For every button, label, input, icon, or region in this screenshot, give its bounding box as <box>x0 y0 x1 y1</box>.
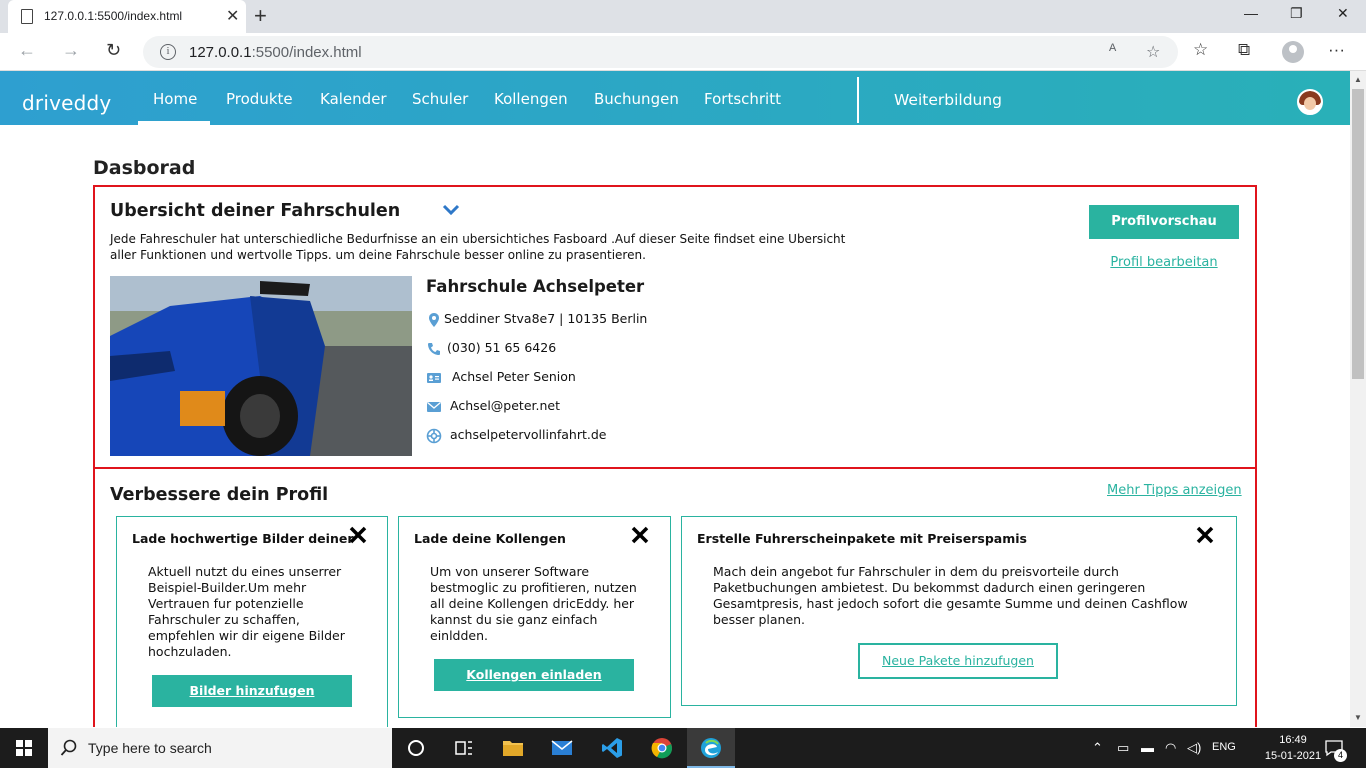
favorite-star-icon[interactable]: ☆ <box>1146 42 1160 62</box>
search-icon <box>60 739 77 756</box>
school-overview-card: Ubersicht deiner Fahrschulen Jede Fahres… <box>93 185 1257 469</box>
nav-item-buchungen[interactable]: Buchungen <box>594 90 679 108</box>
close-icon[interactable] <box>630 525 650 545</box>
new-tab-icon[interactable]: + <box>254 3 267 29</box>
tip-title: Lade hochwertige Bilder deiner <box>132 531 354 546</box>
clock-date: 15-01-2021 <box>1264 750 1322 762</box>
school-website[interactable]: achselpetervollinfahrt.de <box>450 427 607 442</box>
add-packages-button[interactable]: Neue Pakete hinzufugen <box>858 643 1058 679</box>
network-tray-icon[interactable]: ▭ <box>1117 740 1129 756</box>
page-scrollbar[interactable]: ▲ ▼ <box>1350 71 1366 727</box>
minimize-icon[interactable]: — <box>1244 5 1258 21</box>
chevron-down-icon[interactable] <box>440 199 462 221</box>
tab-title: 127.0.0.1:5500/index.html <box>44 9 183 23</box>
invite-colleagues-button[interactable]: Kollengen einladen <box>434 659 634 691</box>
nav-item-weiterbildung[interactable]: Weiterbildung <box>894 91 1002 109</box>
tip-card-colleagues: Lade deine Kollengen Um von unserer Soft… <box>398 516 671 718</box>
task-view-icon[interactable] <box>452 736 476 760</box>
more-options-icon[interactable]: ··· <box>1328 40 1345 60</box>
school-phone: (030) 51 65 6426 <box>447 340 557 355</box>
overview-description: Jede Fahreschuler hat unterschiedliche B… <box>110 232 846 262</box>
browser-profile-icon[interactable] <box>1282 41 1304 63</box>
favorites-icon[interactable]: ☆ <box>1193 40 1208 60</box>
id-card-icon <box>427 373 441 383</box>
nav-item-schuler[interactable]: Schuler <box>412 90 468 108</box>
nav-item-produkte[interactable]: Produkte <box>226 90 293 108</box>
forward-icon[interactable]: → <box>62 40 80 61</box>
collections-icon[interactable]: ⧉ <box>1238 40 1250 60</box>
top-navigation: driveddy Home Produkte Kalender Schuler … <box>0 71 1350 125</box>
clock-time: 16:49 <box>1279 734 1307 746</box>
tip-body: Um von unserer Software bestmoglic zu pr… <box>430 564 637 643</box>
active-nav-indicator <box>138 121 210 125</box>
nav-item-kollengen[interactable]: Kollengen <box>494 90 568 108</box>
restore-icon[interactable]: ❐ <box>1290 5 1303 22</box>
cortana-icon[interactable] <box>404 736 428 760</box>
overview-title: Ubersicht deiner Fahrschulen <box>110 201 401 221</box>
translate-icon[interactable]: ᴬ <box>1109 42 1116 60</box>
tip-card-packages: Erstelle Fuhrerscheinpakete mit Preisers… <box>681 516 1237 706</box>
nav-item-home[interactable]: Home <box>153 90 197 108</box>
nav-item-fortschritt[interactable]: Fortschritt <box>704 90 781 108</box>
close-tab-icon[interactable]: ✕ <box>226 6 239 26</box>
taskbar-search-placeholder: Type here to search <box>88 740 212 756</box>
nav-divider <box>857 77 859 123</box>
file-explorer-icon[interactable] <box>501 736 525 760</box>
nav-item-kalender[interactable]: Kalender <box>320 90 387 108</box>
school-email[interactable]: Achsel@peter.net <box>450 398 560 413</box>
vscode-icon[interactable] <box>600 736 624 760</box>
wifi-icon[interactable]: ◠ <box>1165 740 1176 756</box>
page-viewport: driveddy Home Produkte Kalender Schuler … <box>0 71 1350 727</box>
close-window-icon[interactable]: ✕ <box>1337 5 1349 22</box>
volume-icon[interactable]: ◁) <box>1187 740 1201 756</box>
mail-icon[interactable] <box>550 736 574 760</box>
add-images-button[interactable]: Bilder hinzufugen <box>152 675 352 707</box>
scroll-down-icon[interactable]: ▼ <box>1354 713 1362 722</box>
improve-title: Verbessere dein Profil <box>110 485 329 505</box>
envelope-icon <box>427 402 441 412</box>
tip-title: Erstelle Fuhrerscheinpakete mit Preisers… <box>697 531 1027 546</box>
tip-card-images: Lade hochwertige Bilder deiner Aktuell n… <box>116 516 388 727</box>
profile-edit-link[interactable]: Profil bearbeitan <box>1089 255 1239 270</box>
taskbar-search-box[interactable]: Type here to search <box>48 728 392 768</box>
battery-icon[interactable]: ▬ <box>1141 740 1154 755</box>
scroll-thumb[interactable] <box>1352 89 1364 379</box>
browser-toolbar: ← → ↻ i 127.0.0.1:5500/index.html ᴬ ☆ <box>0 33 1366 71</box>
page-title: Dasborad <box>93 157 196 179</box>
tip-title: Lade deine Kollengen <box>414 531 566 546</box>
phone-icon <box>428 343 440 355</box>
url-text: 127.0.0.1:5500/index.html <box>189 44 362 61</box>
back-icon[interactable]: ← <box>18 40 36 61</box>
more-tips-link[interactable]: Mehr Tipps anzeigen <box>1107 483 1242 498</box>
edge-icon[interactable] <box>699 736 723 760</box>
school-name: Fahrschule Achselpeter <box>426 277 645 296</box>
tip-body: Mach dein angebot fur Fahrschuler in dem… <box>713 564 1188 627</box>
address-bar[interactable]: i 127.0.0.1:5500/index.html ᴬ ☆ <box>143 36 1178 68</box>
reload-icon[interactable]: ↻ <box>106 40 121 61</box>
close-icon[interactable] <box>348 525 368 545</box>
globe-icon <box>426 428 442 444</box>
school-address: Seddiner Stva8e7 | 10135 Berlin <box>444 311 648 326</box>
scroll-up-icon[interactable]: ▲ <box>1354 75 1362 84</box>
tip-body: Aktuell nutzt du eines unserrer Beispiel… <box>148 564 345 659</box>
tray-chevron-up-icon[interactable]: ⌃ <box>1092 740 1103 756</box>
improve-profile-card: Verbessere dein Profil Mehr Tipps anzeig… <box>93 467 1257 727</box>
page-icon <box>21 9 33 24</box>
school-photo <box>110 276 412 456</box>
close-icon[interactable] <box>1195 525 1215 545</box>
notification-badge: 4 <box>1334 749 1347 762</box>
clock[interactable]: 16:49 15-01-2021 <box>1264 732 1322 764</box>
location-pin-icon <box>429 313 439 327</box>
brand-logo[interactable]: driveddy <box>22 91 111 115</box>
windows-start-icon[interactable] <box>0 728 48 768</box>
browser-tab[interactable]: 127.0.0.1:5500/index.html ✕ <box>8 0 246 33</box>
info-icon[interactable]: i <box>160 44 176 60</box>
profile-preview-button[interactable]: Profilvorschau <box>1089 205 1239 239</box>
windows-taskbar: Type here to search ⌃ ▭ ▬ ◠ ◁) ENG 16:49… <box>0 728 1366 768</box>
user-avatar[interactable] <box>1297 89 1323 115</box>
browser-tabstrip: 127.0.0.1:5500/index.html ✕ + — ❐ ✕ <box>0 0 1366 33</box>
chrome-icon[interactable] <box>650 736 674 760</box>
language-indicator[interactable]: ENG <box>1212 741 1236 753</box>
school-owner: Achsel Peter Senion <box>452 369 576 384</box>
